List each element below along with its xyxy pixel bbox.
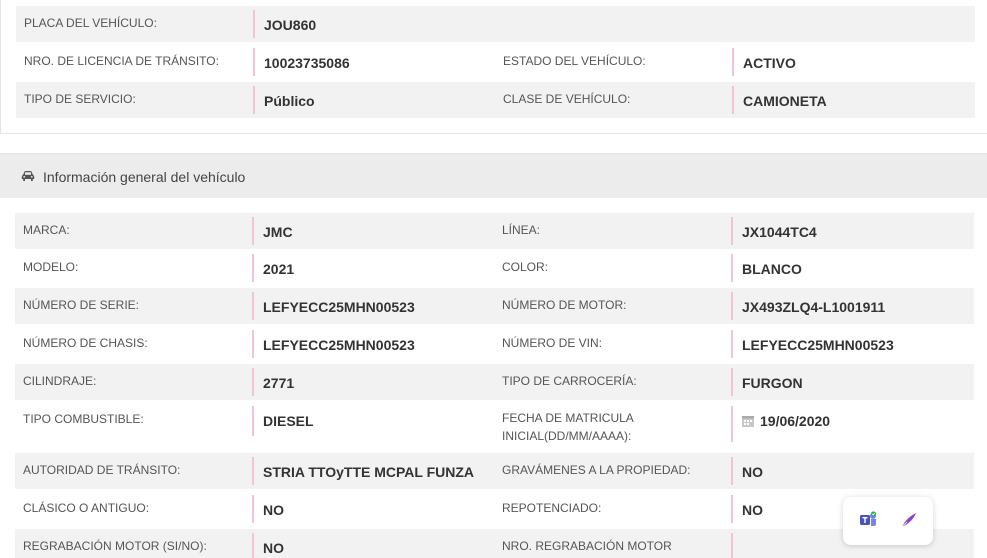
separator (252, 457, 254, 485)
separator (731, 533, 733, 558)
class-value: CAMIONETA (743, 93, 827, 109)
registration-date-label-line2: INICIAL(DD/MM/AAAA): (502, 429, 632, 443)
vin-value: LEFYECC25MHN00523 (742, 337, 894, 353)
model-value: 2021 (263, 261, 295, 277)
service-value: Público (264, 93, 315, 109)
separator (731, 406, 733, 442)
serial-value: LEFYECC25MHN00523 (263, 299, 415, 315)
info-row-fuel: TIPO COMBUSTIBLE: DIESEL FECHA DE MATRIC… (15, 402, 974, 452)
separator (732, 86, 734, 114)
chassis-label: NÚMERO DE CHASIS: (23, 336, 148, 350)
section-header-general-info[interactable]: Información general del vehículo (0, 153, 987, 198)
registration-date-value: 19/06/2020 (760, 413, 831, 429)
separator (731, 495, 733, 523)
separator (252, 217, 254, 245)
brand-value: JMC (263, 224, 293, 240)
displacement-value: 2771 (263, 375, 295, 391)
separator (252, 533, 254, 558)
separator (252, 406, 254, 436)
chassis-value: LEFYECC25MHN00523 (263, 337, 415, 353)
separator (731, 217, 733, 245)
info-row-license: NRO. DE LICENCIA DE TRÁNSITO: 1002373508… (16, 44, 975, 80)
engine-regrab-label: REGRABACIÓN MOTOR (SI/NO): (23, 539, 207, 553)
car-icon (21, 169, 35, 181)
serial-label: NÚMERO DE SERIE: (23, 298, 140, 312)
info-row-model: MODELO: 2021 COLOR: BLANCO (15, 250, 974, 286)
license-value: 10023735086 (264, 55, 350, 71)
class-label: CLASE DE VEHÍCULO: (503, 92, 631, 106)
info-row-plate: PLACA DEL VEHÍCULO: JOU860 (16, 6, 975, 42)
teams-icon[interactable] (858, 510, 878, 530)
line-label: LÍNEA: (502, 223, 541, 237)
model-label: MODELO: (23, 260, 79, 274)
engine-number-label: NÚMERO DE MOTOR: (502, 298, 627, 312)
separator (732, 48, 734, 76)
body-type-label: TIPO DE CARROCERÍA: (502, 374, 637, 388)
fuel-value: DIESEL (263, 413, 314, 429)
floating-toolbar (843, 497, 933, 545)
separator (731, 292, 733, 320)
separator (253, 86, 255, 114)
separator (253, 10, 255, 38)
brand-label: MARCA: (23, 223, 70, 237)
fuel-label: TIPO COMBUSTIBLE: (23, 412, 144, 426)
feather-pen-icon[interactable] (898, 509, 920, 531)
repowered-value: NO (742, 502, 763, 518)
engine-regrab-number-label: NRO. REGRABACIÓN MOTOR (502, 539, 672, 553)
separator (252, 495, 254, 523)
separator (731, 368, 733, 396)
info-row-service: TIPO DE SERVICIO: Público CLASE DE VEHÍC… (16, 82, 975, 118)
liens-label: GRAVÁMENES A LA PROPIEDAD: (502, 463, 691, 477)
separator (253, 48, 255, 76)
separator (731, 457, 733, 485)
status-value: ACTIVO (743, 55, 796, 71)
registration-date-label-line1: FECHA DE MATRICULA (502, 411, 634, 425)
authority-value: STRIA TTOyTTE MCPAL FUNZA (263, 464, 475, 480)
plate-label: PLACA DEL VEHÍCULO: (24, 16, 157, 30)
repowered-label: REPOTENCIADO: (502, 501, 602, 515)
displacement-label: CILINDRAJE: (23, 374, 97, 388)
status-label: ESTADO DEL VEHÍCULO: (503, 54, 646, 68)
info-row-chassis: NÚMERO DE CHASIS: LEFYECC25MHN00523 NÚME… (15, 326, 974, 362)
engine-regrab-value: NO (263, 540, 284, 556)
info-row-authority: AUTORIDAD DE TRÁNSITO: STRIA TTOyTTE MCP… (15, 453, 974, 489)
authority-label: AUTORIDAD DE TRÁNSITO: (23, 463, 181, 477)
separator (252, 254, 254, 282)
info-row-brand: MARCA: JMC LÍNEA: JX1044TC4 (15, 213, 974, 249)
section-title: Información general del vehículo (43, 169, 246, 185)
separator (252, 368, 254, 396)
info-row-serial: NÚMERO DE SERIE: LEFYECC25MHN00523 NÚMER… (15, 288, 974, 324)
separator (252, 330, 254, 358)
plate-value: JOU860 (264, 17, 317, 33)
separator (731, 254, 733, 282)
line-value: JX1044TC4 (742, 224, 817, 240)
classic-value: NO (263, 502, 284, 518)
info-row-classic: CLÁSICO O ANTIGUO: NO REPOTENCIADO: NO (15, 491, 974, 527)
info-row-engine-regrab: REGRABACIÓN MOTOR (SI/NO): NO NRO. REGRA… (15, 529, 974, 558)
info-row-displacement: CILINDRAJE: 2771 TIPO DE CARROCERÍA: FUR… (15, 364, 974, 400)
color-label: COLOR: (502, 260, 549, 274)
separator (731, 330, 733, 358)
license-label: NRO. DE LICENCIA DE TRÁNSITO: (24, 54, 219, 68)
liens-value: NO (742, 464, 763, 480)
classic-label: CLÁSICO O ANTIGUO: (23, 501, 150, 515)
service-label: TIPO DE SERVICIO: (24, 92, 136, 106)
body-type-value: FURGON (742, 375, 803, 391)
vin-label: NÚMERO DE VIN: (502, 336, 603, 350)
plate-panel: PLACA DEL VEHÍCULO: JOU860 NRO. DE LICEN… (0, 0, 987, 134)
color-value: BLANCO (742, 261, 802, 277)
engine-number-value: JX493ZLQ4-L1001911 (742, 299, 886, 315)
calendar-icon (742, 414, 754, 427)
separator (252, 292, 254, 320)
